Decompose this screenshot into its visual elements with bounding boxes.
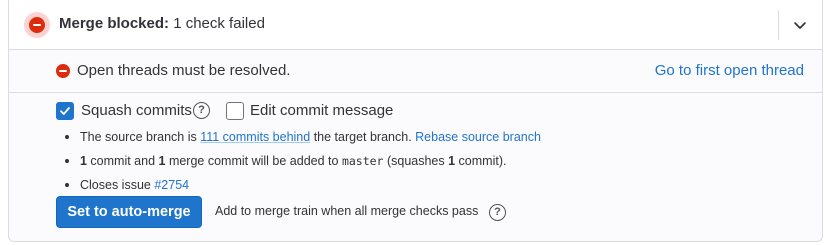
- commits-behind-link[interactable]: 111 commits behind: [200, 130, 310, 144]
- squash-commits-label[interactable]: Squash commits: [81, 102, 192, 119]
- question-circle-icon[interactable]: ?: [193, 102, 210, 119]
- merge-blocked-icon: [24, 12, 50, 38]
- go-to-thread-link[interactable]: Go to first open thread: [655, 62, 804, 79]
- edit-commit-message-checkbox[interactable]: [226, 102, 244, 120]
- squash-commits-checkbox[interactable]: [56, 102, 74, 120]
- question-circle-icon[interactable]: ?: [489, 204, 506, 221]
- edit-commit-message-label[interactable]: Edit commit message: [250, 102, 393, 119]
- error-icon: [56, 64, 70, 78]
- merge-status-label: Merge blocked:: [59, 15, 170, 32]
- list-item: 1 commit and 1 merge commit will be adde…: [64, 151, 541, 175]
- closes-issue-link[interactable]: #2754: [154, 178, 189, 192]
- rebase-source-branch-link[interactable]: Rebase source branch: [415, 130, 541, 144]
- set-to-auto-merge-button[interactable]: Set to auto-merge: [56, 196, 202, 228]
- chevron-down-icon[interactable]: [792, 17, 808, 33]
- blocker-message: Open threads must be resolved.: [77, 62, 291, 79]
- merge-checks-panel: Merge blocked: 1 check failed Open threa…: [8, 0, 823, 242]
- merge-status-detail: 1 check failed: [169, 15, 265, 32]
- merge-blocker-row: Open threads must be resolved. Go to fir…: [9, 50, 822, 93]
- merge-status-header: Merge blocked: 1 check failed: [9, 0, 822, 50]
- merge-options-area: Squash commits ? Edit commit message The…: [9, 94, 822, 242]
- target-branch-name: master: [341, 154, 384, 168]
- merge-status-title: Merge blocked: 1 check failed: [59, 15, 265, 32]
- merge-info-list: The source branch is 111 commits behind …: [64, 127, 541, 199]
- header-divider: [778, 10, 779, 40]
- list-item: The source branch is 111 commits behind …: [64, 127, 541, 151]
- merge-train-hint: Add to merge train when all merge checks…: [215, 204, 479, 218]
- check-icon: [60, 107, 70, 115]
